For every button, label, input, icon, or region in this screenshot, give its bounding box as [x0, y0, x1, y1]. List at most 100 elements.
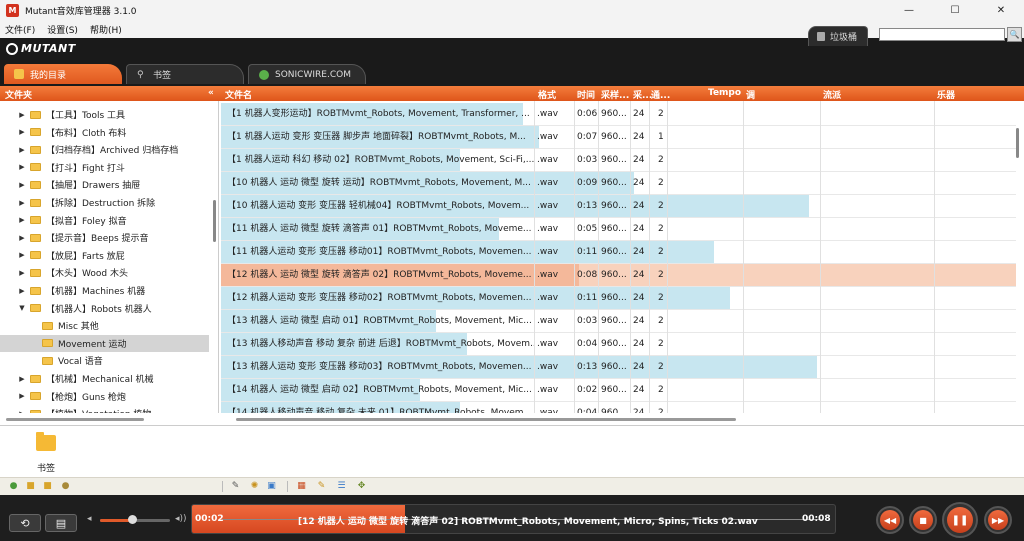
tab-bookmarks[interactable]: ⚲ 书签 [126, 64, 244, 84]
tree-item[interactable]: ▶ 【拆除】Destruction 拆除 [0, 194, 209, 211]
expand-arrow-icon[interactable]: ▶ [18, 199, 26, 207]
tree-item[interactable]: ▶ 【植物】Vegetation 植物 [0, 405, 209, 413]
col-key[interactable]: 调 [746, 88, 755, 101]
tree-item[interactable]: ▶ 【机械】Mechanical 机械 [0, 370, 209, 387]
bookmark-label[interactable]: 书签 [37, 461, 55, 474]
tree-item[interactable]: Misc 其他 [0, 317, 209, 334]
file-time: 0:08 [577, 270, 598, 280]
loop-button[interactable]: ⟲ [9, 514, 41, 532]
table-row[interactable]: 【10 机器人 运动 微型 旋转 运动】ROBTMvmt_Robots, Mov… [221, 172, 1016, 195]
expand-arrow-icon[interactable]: ▶ [18, 146, 26, 154]
tree-h-scrollbar[interactable] [6, 418, 144, 421]
tree-item[interactable]: ▶ 【木头】Wood 木头 [0, 264, 209, 281]
menu-help[interactable]: 帮助(H) [90, 23, 122, 36]
expand-arrow-icon[interactable]: ▶ [18, 163, 26, 171]
playlist-button[interactable]: ▤ [45, 514, 77, 532]
table-row[interactable]: 【1 机器人运动 科幻 移动 02】ROBTMvmt_Robots, Movem… [221, 149, 1016, 172]
col-filename[interactable]: 文件名 [225, 88, 252, 101]
tree-item[interactable]: ▶ 【工具】Tools 工具 [0, 106, 209, 123]
file-samplerate: 960... [601, 155, 627, 165]
col-format[interactable]: 格式 [538, 88, 556, 101]
settings-icon[interactable]: ✺ [249, 481, 260, 492]
tree-item[interactable]: ▶ 【提示音】Beeps 提示音 [0, 229, 209, 246]
expand-arrow-icon[interactable]: ▶ [18, 410, 26, 413]
previous-button[interactable]: ◀◀ [876, 506, 904, 534]
menu-settings[interactable]: 设置(S) [47, 23, 78, 36]
open-folder-icon[interactable]: ■ [42, 481, 53, 492]
bookmark-folder-icon[interactable] [36, 432, 56, 451]
col-channels[interactable]: 通... [651, 88, 670, 101]
pause-button[interactable]: ❚❚ [942, 502, 978, 538]
split-icon[interactable]: ✥ [356, 481, 367, 492]
col-bits[interactable]: 采... [633, 88, 652, 101]
expand-arrow-icon[interactable]: ▶ [18, 269, 26, 277]
col-folder[interactable]: 文件夹 [5, 88, 32, 101]
table-row[interactable]: 【13 机器人 运动 微型 启动 01】ROBTMvmt_Robots, Mov… [221, 310, 1016, 333]
file-format: .wav [537, 362, 559, 372]
col-time[interactable]: 时间 [577, 88, 595, 101]
search-button[interactable]: 🔍 [1007, 27, 1022, 42]
expand-arrow-icon[interactable]: ▶ [18, 375, 26, 383]
minimize-button[interactable]: — [886, 0, 932, 20]
collapse-tree-icon[interactable]: « [208, 88, 214, 98]
tree-item[interactable]: ▶ 【枪炮】Guns 枪炮 [0, 388, 209, 405]
window-icon[interactable]: ▣ [266, 481, 277, 492]
tree-item[interactable]: ▶ 【放屁】Farts 放屁 [0, 247, 209, 264]
tree-item[interactable]: ▶ 【布料】Cloth 布料 [0, 124, 209, 141]
menu-file[interactable]: 文件(F) [5, 23, 35, 36]
table-icon[interactable]: ▦ [296, 481, 307, 492]
col-tempo[interactable]: Tempo [708, 88, 741, 98]
tree-item[interactable]: ▶ 【机器】Machines 机器 [0, 282, 209, 299]
tree-item[interactable]: ▶ 【抽屉】Drawers 抽屉 [0, 176, 209, 193]
expand-arrow-icon[interactable]: ▶ [18, 392, 26, 400]
note-icon[interactable]: ✎ [316, 481, 327, 492]
next-button[interactable]: ▶▶ [984, 506, 1012, 534]
expand-arrow-icon[interactable]: ▶ [18, 234, 26, 242]
stop-button[interactable]: ■ [909, 506, 937, 534]
table-row[interactable]: 【11 机器人 运动 微型 旋转 滴答声 01】ROBTMvmt_Robots,… [221, 218, 1016, 241]
new-folder-icon[interactable]: ■ [25, 481, 36, 492]
table-row[interactable]: 【14 机器人移动声音 移动 复杂 未来 01】ROBTMvmt_Robots,… [221, 402, 1016, 413]
expand-arrow-icon[interactable]: ▶ [18, 251, 26, 259]
table-row[interactable]: 【1 机器人变形运动】ROBTMvmt_Robots, Movement, Tr… [221, 103, 1016, 126]
tab-sonicwire[interactable]: SONICWIRE.COM [248, 64, 366, 84]
scan-icon[interactable]: ● [60, 481, 71, 492]
table-row[interactable]: 【12 机器人运动 变形 变压器 移动02】ROBTMvmt_Robots, M… [221, 287, 1016, 310]
tree-item[interactable]: Movement 运动 [0, 334, 209, 352]
add-folder-icon[interactable]: ● [8, 481, 19, 492]
expand-arrow-icon[interactable]: ▶ [18, 111, 26, 119]
list-scrollbar[interactable] [1016, 128, 1019, 158]
table-row[interactable]: 【10 机器人运动 变形 变压器 轻机械04】ROBTMvmt_Robots, … [221, 195, 1016, 218]
table-row[interactable]: 【12 机器人 运动 微型 旋转 滴答声 02】ROBTMvmt_Robots,… [221, 264, 1016, 287]
expand-arrow-icon[interactable]: ▶ [18, 216, 26, 224]
list-h-scrollbar[interactable] [236, 418, 736, 421]
tree-item[interactable]: ▶ 【拟音】Foley 拟音 [0, 212, 209, 229]
tab-my-catalog[interactable]: 我的目录 [4, 64, 122, 84]
expand-arrow-icon[interactable]: ▶ [18, 128, 26, 136]
col-instrument[interactable]: 乐器 [937, 88, 955, 101]
table-row[interactable]: 【11 机器人运动 变形 变压器 移动01】ROBTMvmt_Robots, M… [221, 241, 1016, 264]
expand-arrow-icon[interactable]: ▶ [18, 181, 26, 189]
collapse-arrow-icon[interactable]: ▼ [18, 304, 26, 312]
tree-item[interactable]: ▶ 【打斗】Fight 打斗 [0, 159, 209, 176]
trash-tab[interactable]: 垃圾桶 [808, 26, 868, 46]
tree-item[interactable]: ▶ 【归档存档】Archived 归档存档 [0, 141, 209, 158]
volume-knob[interactable] [127, 515, 137, 524]
tree-item[interactable]: ▼ 【机器人】Robots 机器人 [0, 300, 209, 317]
table-row[interactable]: 【1 机器人运动 变形 变压器 脚步声 地面碎裂】ROBTMvmt_Robots… [221, 126, 1016, 149]
table-row[interactable]: 【14 机器人 运动 微型 启动 02】ROBTMvmt_Robots, Mov… [221, 379, 1016, 402]
file-samplerate: 960... [601, 385, 627, 395]
col-genre[interactable]: 流派 [823, 88, 841, 101]
table-row[interactable]: 【13 机器人移动声音 移动 复杂 前进 后退】ROBTMvmt_Robots,… [221, 333, 1016, 356]
search-input[interactable] [879, 28, 1005, 41]
tree-item[interactable]: Vocal 语音 [0, 352, 209, 369]
file-format: .wav [537, 201, 559, 211]
edit-icon[interactable]: ✎ [230, 481, 241, 492]
list-view-icon[interactable]: ☰ [336, 481, 347, 492]
close-button[interactable]: ✕ [978, 0, 1024, 20]
maximize-button[interactable]: ☐ [932, 0, 978, 20]
tree-scrollbar[interactable] [213, 200, 216, 242]
col-samplerate[interactable]: 采样... [601, 88, 629, 101]
table-row[interactable]: 【13 机器人运动 变形 变压器 移动03】ROBTMvmt_Robots, M… [221, 356, 1016, 379]
expand-arrow-icon[interactable]: ▶ [18, 287, 26, 295]
